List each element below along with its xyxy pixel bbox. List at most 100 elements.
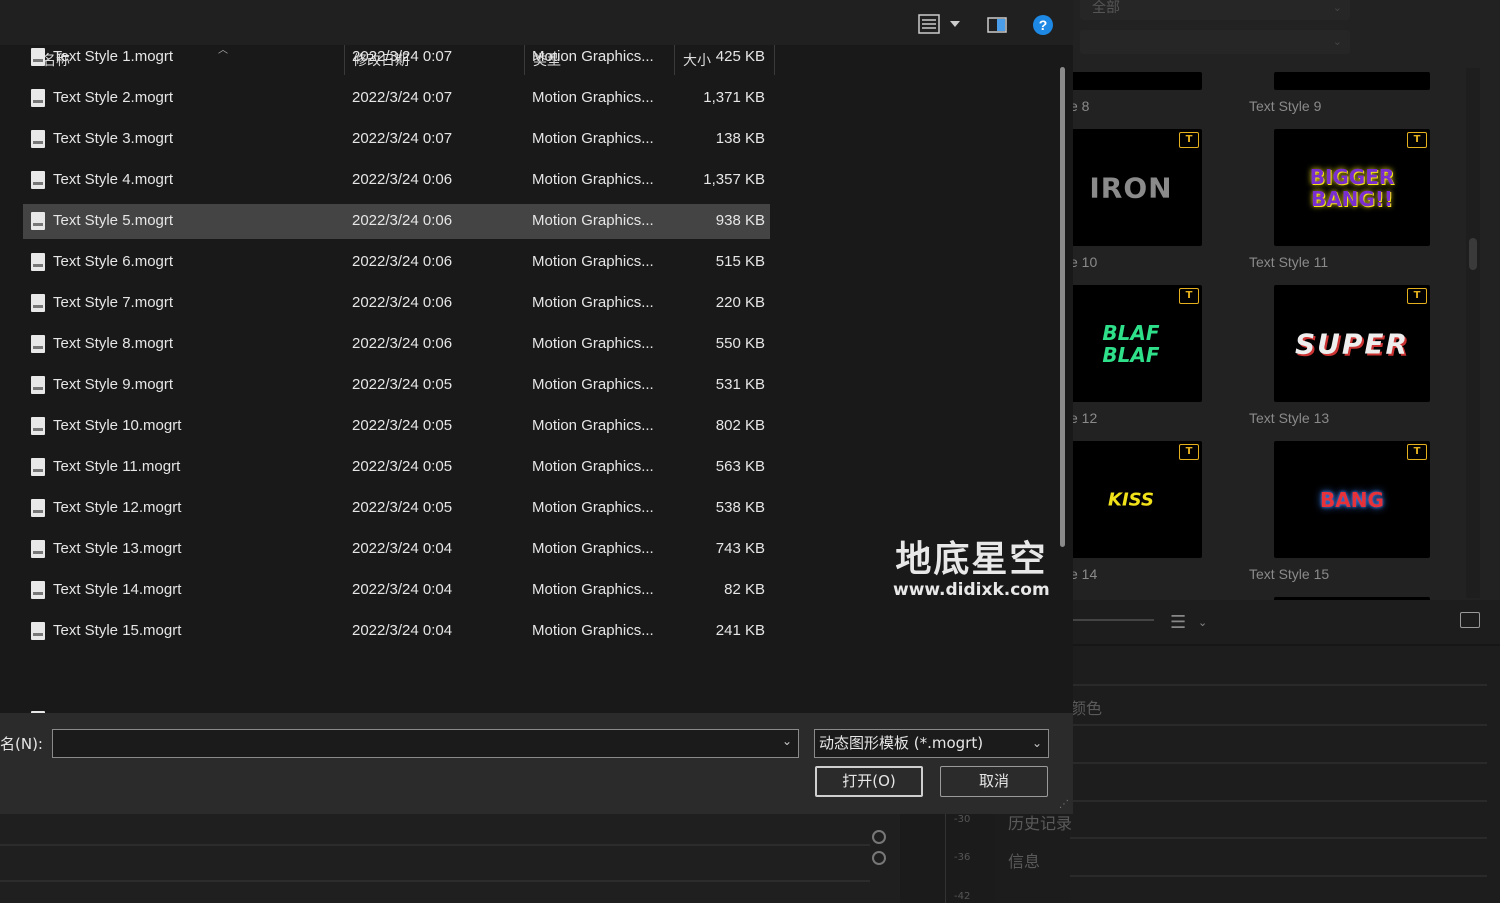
scrollbar-thumb[interactable] xyxy=(1060,67,1065,547)
file-date: 2022/3/24 0:04 xyxy=(352,581,453,598)
file-icon xyxy=(31,622,45,640)
preview-pane-icon[interactable] xyxy=(987,17,1007,33)
folder-dropdown[interactable]: ⌄ xyxy=(1080,30,1350,54)
panel-tab-info[interactable]: 信息 xyxy=(1008,848,1040,872)
filter-dropdown[interactable]: 全部 ⌄ xyxy=(1080,0,1350,20)
cancel-button[interactable]: 取消 xyxy=(940,766,1048,797)
panel-scrollbar[interactable] xyxy=(1466,68,1480,598)
thumbnail-art: SUPER xyxy=(1294,327,1410,360)
file-size: 515 KB xyxy=(715,253,765,270)
table-row[interactable]: Text Style 2.mogrt 2022/3/24 0:07 Motion G… xyxy=(23,81,770,116)
file-size: 241 KB xyxy=(715,622,765,639)
table-row[interactable]: Text Style 12.mogrt 2022/3/24 0:05 Motion … xyxy=(23,491,770,526)
thumbnail-label: e 14 xyxy=(1070,566,1098,582)
file-name: Text Style 15.mogrt xyxy=(53,622,182,639)
file-name: Text Style 8.mogrt xyxy=(53,335,174,352)
file-type: Motion Graphics... xyxy=(532,335,654,352)
file-name: Text Style 7.mogrt xyxy=(53,294,174,311)
scroll-handle[interactable] xyxy=(872,830,886,844)
file-name: Text Style 3.mogrt xyxy=(53,130,174,147)
thumbnail-label: Text Style 15 xyxy=(1249,566,1330,582)
help-glyph: ? xyxy=(1039,17,1048,33)
table-row[interactable]: Text Style 7.mogrt 2022/3/24 0:06 Motion G… xyxy=(23,286,770,321)
filename-input[interactable]: ⌄ xyxy=(52,729,799,758)
thumbnail-label: Text Style 11 xyxy=(1249,254,1329,270)
file-date: 2022/3/24 0:05 xyxy=(352,417,453,434)
thumbnail-art: KISS xyxy=(1108,489,1154,510)
table-row[interactable]: Text Style 9.mogrt 2022/3/24 0:05 Motion G… xyxy=(23,368,770,403)
table-row[interactable]: Text Style 5.mogrt 2022/3/24 0:06 Motion G… xyxy=(23,204,770,239)
template-thumbnail[interactable]: T BANG xyxy=(1274,441,1430,558)
ruler-tick: -30 xyxy=(954,814,971,825)
new-item-icon[interactable] xyxy=(1460,612,1480,628)
file-icon xyxy=(31,499,45,517)
template-thumbnail[interactable] xyxy=(1060,72,1202,90)
file-size: 563 KB xyxy=(715,458,765,475)
chevron-down-icon[interactable]: ⌄ xyxy=(1198,616,1207,629)
file-name: Text Style 10.mogrt xyxy=(53,417,182,434)
file-icon xyxy=(31,458,45,476)
thumbnail-label: e 10 xyxy=(1070,254,1098,270)
dialog-toolbar: ? xyxy=(0,0,1073,45)
file-icon xyxy=(31,212,45,230)
table-row-partial[interactable] xyxy=(23,703,770,713)
file-type: Motion Graphics... xyxy=(532,253,654,270)
file-date: 2022/3/24 0:05 xyxy=(352,499,453,516)
file-type: Motion Graphics... xyxy=(532,130,654,147)
table-row[interactable]: Text Style 6.mogrt 2022/3/24 0:06 Motion G… xyxy=(23,245,770,280)
file-date: 2022/3/24 0:05 xyxy=(352,458,453,475)
file-date: 2022/3/24 0:07 xyxy=(352,130,453,147)
filetype-select[interactable]: 动态图形模板 (*.mogrt) ⌄ xyxy=(814,729,1049,758)
open-button[interactable]: 打开(O) xyxy=(815,766,923,797)
chevron-down-icon: ⌄ xyxy=(1332,1,1342,14)
text-template-badge-icon: T xyxy=(1407,444,1427,460)
file-name: Text Style 12.mogrt xyxy=(53,499,182,516)
file-name: Text Style 13.mogrt xyxy=(53,540,182,557)
template-thumbnail[interactable] xyxy=(1274,72,1430,90)
file-icon xyxy=(31,294,45,312)
resize-grip-icon[interactable]: ⋰ xyxy=(1059,799,1069,810)
file-size: 550 KB xyxy=(715,335,765,352)
chevron-down-icon: ⌄ xyxy=(1332,35,1342,48)
file-type: Motion Graphics... xyxy=(532,499,654,516)
table-row[interactable]: Text Style 15.mogrt 2022/3/24 0:04 Motion … xyxy=(23,614,770,649)
table-row[interactable]: Text Style 4.mogrt 2022/3/24 0:06 Motion G… xyxy=(23,163,770,198)
scrollbar-thumb[interactable] xyxy=(1469,238,1477,270)
file-list-scrollbar[interactable] xyxy=(1056,45,1073,713)
open-file-dialog: ? 名称 ︿ 修改日期 类型 大小 Text Style 1.mogrt 2022… xyxy=(0,0,1073,814)
file-date: 2022/3/24 0:06 xyxy=(352,171,453,188)
file-icon xyxy=(31,89,45,107)
list-options-icon[interactable]: ☰ xyxy=(1170,612,1186,633)
file-type: Motion Graphics... xyxy=(532,171,654,188)
file-icon xyxy=(31,335,45,353)
details-view-icon[interactable] xyxy=(918,14,940,34)
table-row[interactable]: Text Style 1.mogrt 2022/3/24 0:07 Motion G… xyxy=(23,45,770,75)
template-thumbnail[interactable]: T KISS xyxy=(1060,441,1202,558)
panel-tab-color[interactable]: 颜色 xyxy=(1070,695,1102,719)
thumbnail-art: BLAF BLAF xyxy=(1102,320,1160,367)
timeline-area xyxy=(0,814,900,903)
file-type: Motion Graphics... xyxy=(532,376,654,393)
chevron-down-icon[interactable] xyxy=(950,21,960,27)
ruler-tick: -36 xyxy=(954,852,971,863)
chevron-down-icon[interactable]: ⌄ xyxy=(782,734,792,748)
table-row[interactable]: Text Style 11.mogrt 2022/3/24 0:05 Motion … xyxy=(23,450,770,485)
scroll-handle[interactable] xyxy=(872,851,886,865)
template-thumbnail[interactable]: T IRON xyxy=(1060,129,1202,246)
template-thumbnail[interactable]: T BLAF BLAF xyxy=(1060,285,1202,402)
table-row[interactable]: Text Style 10.mogrt 2022/3/24 0:05 Motion … xyxy=(23,409,770,444)
help-icon[interactable]: ? xyxy=(1032,14,1054,36)
template-thumbnail[interactable]: T BIGGER BANG!! xyxy=(1274,129,1430,246)
file-size: 82 KB xyxy=(724,581,765,598)
file-size: 138 KB xyxy=(715,130,765,147)
table-row[interactable]: Text Style 3.mogrt 2022/3/24 0:07 Motion G… xyxy=(23,122,770,157)
table-row[interactable]: Text Style 14.mogrt 2022/3/24 0:04 Motion … xyxy=(23,573,770,608)
file-type: Motion Graphics... xyxy=(532,417,654,434)
template-thumbnail[interactable]: T SUPER xyxy=(1274,285,1430,402)
table-row[interactable]: Text Style 13.mogrt 2022/3/24 0:04 Motion … xyxy=(23,532,770,567)
file-name: Text Style 9.mogrt xyxy=(53,376,174,393)
file-icon xyxy=(31,253,45,271)
file-list[interactable]: 名称 ︿ 修改日期 类型 大小 Text Style 1.mogrt 2022/3… xyxy=(0,45,1056,713)
text-template-badge-icon: T xyxy=(1179,288,1199,304)
table-row[interactable]: Text Style 8.mogrt 2022/3/24 0:06 Motion G… xyxy=(23,327,770,362)
